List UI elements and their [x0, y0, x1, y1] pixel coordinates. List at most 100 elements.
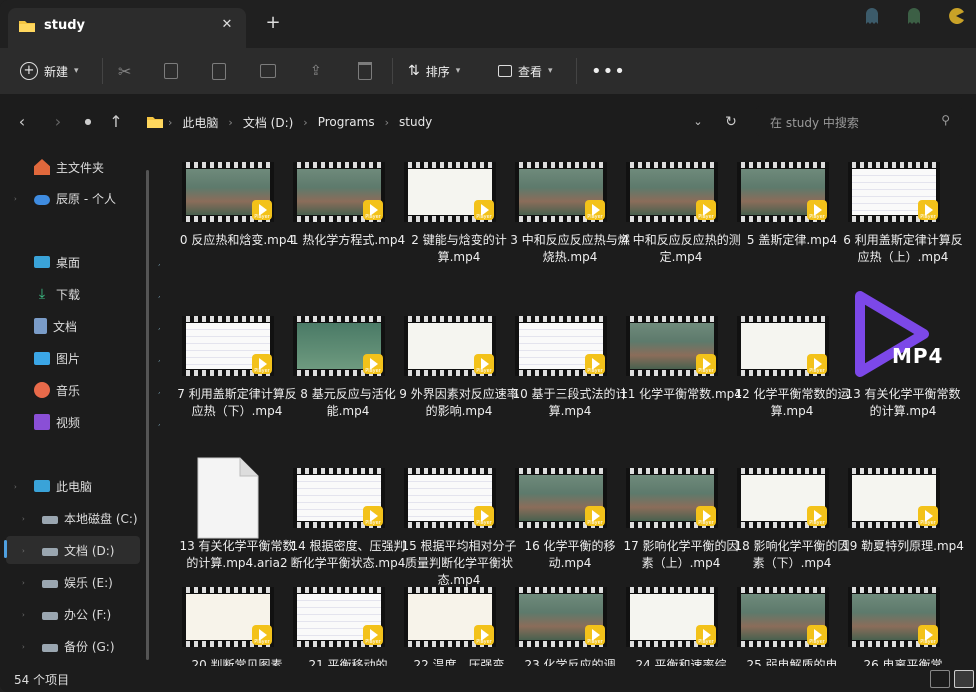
- sidebar-item-label: 视频: [56, 415, 81, 430]
- recent-button[interactable]: ●: [78, 112, 98, 132]
- ghost-icon[interactable]: [862, 6, 882, 26]
- sidebar-scrollbar[interactable]: [146, 170, 149, 660]
- video-thumbnail: Player: [404, 162, 496, 222]
- video-thumbnail: Player: [848, 162, 940, 222]
- folder-icon: [147, 117, 163, 128]
- video-thumbnail: Player: [626, 587, 718, 647]
- player-badge-icon: Player: [252, 354, 272, 374]
- forward-arrow-icon: ›: [54, 112, 62, 131]
- crumb-study[interactable]: study: [389, 115, 442, 129]
- trash-icon: [358, 62, 372, 80]
- more-options-button[interactable]: •••: [591, 56, 626, 86]
- sidebar-item-label: 主文件夹: [56, 160, 105, 175]
- computer-icon: [34, 480, 50, 492]
- document-icon: [34, 318, 47, 334]
- player-badge-icon: Player: [696, 200, 716, 220]
- tab-study[interactable]: study ✕: [8, 8, 246, 48]
- sidebar-item-label: 下载: [56, 287, 81, 302]
- crumb-this-pc[interactable]: 此电脑: [172, 114, 228, 131]
- back-button[interactable]: ‹: [12, 112, 32, 132]
- file-name: 14 根据密度、压强判断化学平衡状态.mp4: [290, 539, 406, 570]
- video-thumbnail: Player: [182, 587, 274, 647]
- expand-arrow-icon[interactable]: ›: [22, 579, 25, 587]
- sidebar-item-home[interactable]: 主文件夹: [34, 153, 174, 181]
- file-name: 17 影响化学平衡的因素（上）.mp4: [623, 539, 739, 570]
- copy-button[interactable]: [164, 56, 178, 86]
- new-button[interactable]: + 新建 ▾: [20, 56, 79, 86]
- selection-indicator: [4, 540, 7, 558]
- expand-arrow-icon[interactable]: ›: [14, 483, 17, 491]
- chevron-down-icon: ▾: [548, 66, 553, 76]
- drive-icon: [42, 516, 58, 524]
- sidebar-item-pictures[interactable]: 图片📌: [34, 344, 174, 372]
- sidebar-item-drive-d[interactable]: 文档 (D:): [6, 536, 140, 564]
- video-thumbnail: Player: [515, 162, 607, 222]
- new-tab-button[interactable]: +: [262, 12, 284, 34]
- download-icon: ⤓: [38, 286, 46, 302]
- expand-arrow-icon[interactable]: ›: [22, 515, 25, 523]
- copy-icon: [164, 63, 178, 79]
- video-thumbnail: Player: [293, 468, 385, 528]
- item-count: 54 个项目: [14, 673, 70, 687]
- file-name: 19 勒夏特列原理.mp4: [842, 539, 964, 553]
- music-icon: [34, 382, 50, 398]
- player-badge-icon: Player: [696, 625, 716, 645]
- player-badge-icon: Player: [918, 200, 938, 220]
- close-tab-icon[interactable]: ✕: [218, 16, 236, 34]
- pacman-icon[interactable]: [946, 6, 966, 26]
- sort-button[interactable]: ⇅ 排序 ▾: [408, 56, 460, 86]
- forward-button[interactable]: ›: [48, 112, 68, 132]
- chevron-down-icon: ▾: [455, 66, 461, 76]
- title-bar: study ✕ +: [0, 0, 976, 48]
- file-name: 16 化学平衡的移动.mp4: [524, 539, 616, 570]
- file-name: 0 反应热和焓变.mp4: [179, 233, 295, 247]
- tab-title: study: [44, 18, 85, 33]
- expand-arrow-icon[interactable]: ›: [22, 643, 25, 651]
- expand-arrow-icon[interactable]: ›: [22, 611, 25, 619]
- share-button[interactable]: ⇪: [310, 56, 322, 86]
- sidebar-item-videos[interactable]: 视频📌: [34, 408, 174, 436]
- view-button[interactable]: 查看 ▾: [498, 56, 553, 86]
- sidebar-item-this-pc[interactable]: 此电脑: [34, 472, 174, 500]
- file-name: 15 根据平均相对分子质量判断化学平衡状态.mp4: [401, 539, 517, 587]
- player-badge-icon: Player: [474, 625, 494, 645]
- player-badge-icon: Player: [807, 625, 827, 645]
- search-input[interactable]: 在 study 中搜索 ⚲: [756, 106, 962, 136]
- search-icon: ⚲: [941, 113, 950, 127]
- mp4-file-icon: MP4: [848, 291, 944, 377]
- sidebar-item-documents[interactable]: 文档📌: [34, 312, 174, 340]
- cut-button[interactable]: ✂: [118, 56, 131, 86]
- file-name: 5 盖斯定律.mp4: [746, 233, 838, 247]
- sidebar-item-label: 辰原 - 个人: [56, 191, 116, 206]
- mp4-label: MP4: [892, 344, 944, 368]
- rename-button[interactable]: [260, 56, 276, 86]
- sidebar-item-downloads[interactable]: ⤓下载📌: [34, 280, 174, 308]
- history-dropdown-button[interactable]: ⌄: [688, 112, 708, 132]
- crumb-d-drive[interactable]: 文档 (D:): [233, 114, 303, 131]
- chevron-down-icon: ⌄: [693, 115, 703, 128]
- paste-button[interactable]: [212, 56, 226, 86]
- refresh-button[interactable]: ↻: [721, 112, 741, 132]
- dot-icon: ●: [84, 117, 92, 126]
- file-name: 6 利用盖斯定律计算反应热（上）.mp4: [843, 233, 963, 264]
- tiles-view-button[interactable]: [954, 670, 974, 688]
- file-name: 7 利用盖斯定律计算反应热（下）.mp4: [177, 387, 297, 418]
- delete-button[interactable]: [358, 56, 372, 86]
- expand-arrow-icon[interactable]: ›: [14, 195, 17, 203]
- details-view-button[interactable]: [930, 670, 950, 688]
- crumb-programs[interactable]: Programs: [308, 115, 385, 129]
- file-name: 10 基于三段式法的计算.mp4: [512, 387, 628, 418]
- back-arrow-icon: ‹: [18, 112, 26, 131]
- video-thumbnail: Player: [293, 316, 385, 376]
- player-badge-icon: Player: [696, 506, 716, 526]
- file-name: 18 影响化学平衡的因素（下）.mp4: [734, 539, 850, 570]
- up-arrow-icon: ↑: [109, 112, 123, 131]
- sidebar-item-onedrive[interactable]: 辰原 - 个人: [34, 184, 174, 212]
- player-badge-icon: Player: [474, 200, 494, 220]
- sidebar-item-desktop[interactable]: 桌面📌: [34, 248, 174, 276]
- player-badge-icon: Player: [252, 625, 272, 645]
- ghost-icon-2[interactable]: [904, 6, 924, 26]
- up-button[interactable]: ↑: [106, 112, 126, 132]
- expand-arrow-icon[interactable]: ›: [22, 547, 25, 555]
- sidebar-item-music[interactable]: 音乐📌: [34, 376, 174, 404]
